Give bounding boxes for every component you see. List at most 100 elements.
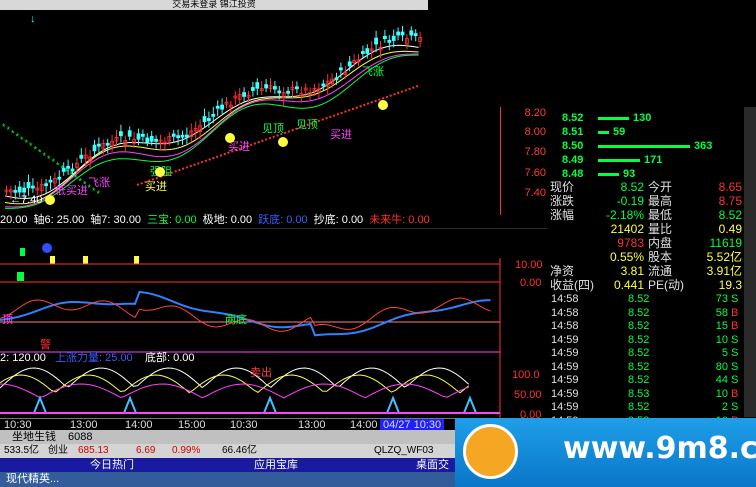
quote-label: 流通 bbox=[648, 264, 673, 278]
order-volume: 93 bbox=[623, 168, 636, 180]
quote-value: 0.55% bbox=[609, 250, 644, 264]
quote-label: 今开 bbox=[648, 180, 673, 194]
signal-star: * bbox=[52, 157, 56, 167]
quote-label: 涨跌 bbox=[550, 194, 575, 208]
tick-time: 14:59 bbox=[551, 374, 579, 386]
quote-value: 21402 bbox=[610, 222, 644, 236]
signal-star: * bbox=[34, 144, 38, 154]
signal-star: * bbox=[2, 122, 6, 132]
price-tick-label: 7.60 bbox=[524, 167, 546, 179]
tick-price: 8.52 bbox=[628, 293, 650, 305]
order-price: 8.51 bbox=[562, 126, 584, 138]
candle-body bbox=[255, 82, 260, 89]
candle-body bbox=[321, 83, 326, 87]
price-tick-label: 8.20 bbox=[524, 107, 546, 119]
candle-body bbox=[272, 86, 277, 90]
triangle-icon bbox=[263, 395, 277, 414]
candle-body bbox=[97, 143, 101, 147]
triangle-icon bbox=[33, 395, 47, 414]
status-amount2: 66.46亿 bbox=[222, 445, 258, 456]
candle-body bbox=[396, 31, 401, 36]
tick-list[interactable]: 14:58 8.52 73 S 14:58 8.52 58 B 14:58 8.52 15 B 14:5… bbox=[548, 293, 744, 427]
tick-row: 14:58 8.52 58 B bbox=[548, 307, 744, 320]
tick-price: 8.52 bbox=[628, 374, 650, 386]
candle-body bbox=[180, 134, 185, 138]
oscillator-line bbox=[0, 374, 470, 394]
chart-annotation: 买进 bbox=[145, 180, 167, 193]
quote-value: 19.3 bbox=[718, 278, 742, 292]
indicator-panels[interactable]: 10.00 0.00 两底 顶警2: 120.00 上涨力量: 25.00 底部: 0.0… bbox=[0, 228, 548, 418]
tab-hot-today[interactable]: 今日热门 bbox=[90, 458, 134, 472]
quote-row: 净资 3.81 流通 3.91亿 bbox=[548, 264, 744, 278]
chart-annotation: 见顶 bbox=[262, 122, 284, 135]
quote-row: 21402 量比 0.49 bbox=[548, 222, 744, 236]
indicator-value: 三宝: 0.00 bbox=[147, 214, 197, 226]
scale-label: 100.0 bbox=[512, 369, 540, 381]
tick-volume: 10 bbox=[715, 387, 728, 400]
tick-time: 14:58 bbox=[551, 293, 579, 305]
taskbar-item[interactable]: 现代精英... bbox=[6, 472, 59, 487]
candle-body bbox=[242, 92, 247, 97]
tick-time: 14:59 bbox=[551, 387, 579, 400]
tick-direction: S bbox=[731, 374, 739, 386]
tick-direction: S bbox=[731, 347, 739, 359]
kline-chart[interactable]: **********************←7.40低买进飞涨买进强阻买进见顶… bbox=[0, 10, 520, 215]
vertical-scrollbar[interactable] bbox=[744, 107, 756, 417]
time-axis: 10:3013:0014:0015:0010:3013:0014:0015:00… bbox=[0, 418, 460, 431]
candle-body bbox=[145, 137, 150, 143]
signal-star: * bbox=[11, 128, 15, 138]
price-axis-line bbox=[500, 107, 501, 215]
candle-body bbox=[154, 138, 159, 142]
signal-star: * bbox=[25, 138, 29, 148]
quote-value: 9783 bbox=[617, 236, 644, 250]
tick-volume: 73 bbox=[715, 293, 728, 305]
tick-row: 14:58 8.52 15 B bbox=[548, 320, 744, 333]
signal-block bbox=[83, 256, 88, 264]
candle-body bbox=[119, 131, 123, 137]
signal-block bbox=[50, 256, 55, 264]
candle-body bbox=[79, 154, 84, 159]
candle-body bbox=[215, 105, 220, 109]
arrow-down-icon: ↓ bbox=[30, 13, 36, 25]
tick-time: 14:58 bbox=[551, 306, 579, 319]
candle-body bbox=[13, 189, 18, 193]
candle-body bbox=[334, 77, 339, 81]
quote-value: 3.91亿 bbox=[706, 264, 742, 278]
signal-star: * bbox=[16, 132, 20, 142]
signal-dot bbox=[42, 243, 52, 253]
order-price: 8.50 bbox=[562, 140, 584, 152]
quote-label: 量比 bbox=[648, 222, 673, 236]
signal-block bbox=[17, 272, 24, 281]
status-code2: QLZQ_WF03 bbox=[374, 445, 434, 456]
indicator-value: 轴6: 25.00 bbox=[33, 214, 85, 226]
chart-annotation: 飞涨 bbox=[362, 65, 384, 78]
window-title: 交易未登录 锦江投资 bbox=[0, 0, 428, 10]
indicator-values-row: 20.00 轴6: 25.00 轴7: 30.00 三宝: 0.00 极地: 0.00 跃… bbox=[0, 213, 548, 227]
status-index-value: 685.13 bbox=[78, 445, 109, 456]
watermark-banner: www.9m8.cn bbox=[455, 418, 756, 487]
tick-direction: S bbox=[731, 333, 739, 346]
quote-value: 3.81 bbox=[620, 264, 644, 278]
indicator-value: 2: 120.00 bbox=[0, 352, 46, 364]
order-volume: 59 bbox=[613, 126, 626, 138]
quote-label: 股本 bbox=[648, 250, 673, 264]
signal-star: * bbox=[38, 148, 42, 158]
signal-star: * bbox=[97, 189, 101, 199]
tick-time: 14:59 bbox=[551, 401, 579, 413]
order-price: 8.52 bbox=[562, 112, 584, 124]
tab-app-store[interactable]: 应用宝库 bbox=[254, 458, 298, 472]
tab-desktop[interactable]: 桌面交 bbox=[416, 458, 449, 472]
order-volume: 363 bbox=[694, 140, 713, 152]
candle-body bbox=[57, 176, 62, 180]
tick-price: 8.52 bbox=[628, 401, 650, 413]
quote-row: 现价 8.52 今开 8.65 bbox=[548, 180, 744, 194]
quote-label: 净资 bbox=[550, 264, 575, 278]
signal-star: * bbox=[56, 160, 60, 170]
candle-body bbox=[61, 167, 66, 172]
candle-body bbox=[17, 186, 22, 193]
signal-star: * bbox=[74, 173, 78, 183]
chart-annotation: 飞涨 bbox=[88, 176, 110, 189]
candle-body bbox=[136, 133, 141, 140]
watermark-text: www.9m8.cn bbox=[563, 431, 756, 466]
order-book-row: 8.48 93 bbox=[548, 167, 744, 181]
